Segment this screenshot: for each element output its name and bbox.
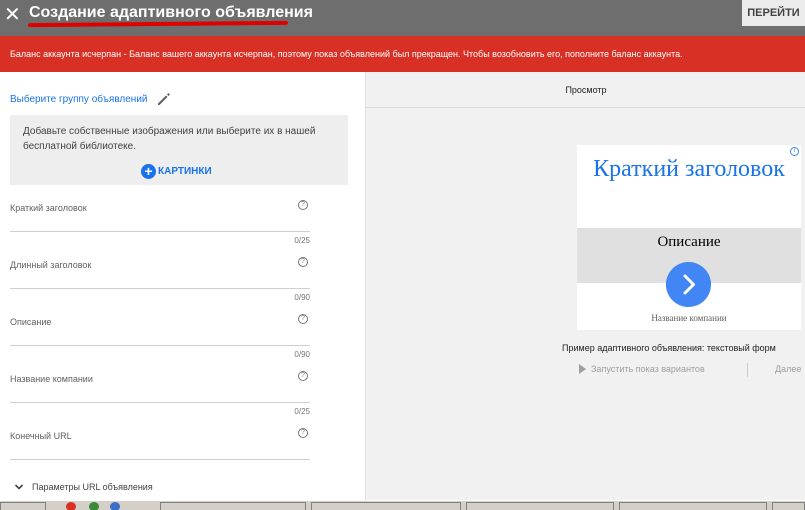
preview-header: Просмотр	[366, 72, 805, 108]
divider	[747, 363, 748, 377]
ad-preview: i Краткий заголовок Описание Название ко…	[577, 145, 801, 330]
preview-panel: Просмотр i Краткий заголовок Описание На…	[365, 72, 805, 500]
url-params-toggle[interactable]: Параметры URL объявления	[14, 482, 153, 492]
taskbar-item[interactable]	[772, 502, 805, 510]
plus-icon: +	[141, 163, 156, 179]
help-icon[interactable]: ?	[298, 257, 308, 267]
field-label: Название компании	[10, 374, 93, 384]
pencil-icon[interactable]	[156, 91, 172, 107]
images-hint: Добавьте собственные изображения или выб…	[23, 126, 316, 152]
field-label: Краткий заголовок	[10, 203, 87, 213]
help-icon[interactable]: ?	[298, 314, 308, 324]
company-name-field[interactable]: Название компании ?	[10, 367, 310, 403]
taskbar	[0, 500, 805, 510]
short-headline-field[interactable]: Краткий заголовок ?	[10, 196, 310, 232]
field-label: Конечный URL	[10, 431, 72, 441]
run-variants-button[interactable]: Запустить показ вариантов	[579, 364, 705, 374]
help-icon[interactable]: ?	[298, 371, 308, 381]
char-counter: 0/90	[294, 293, 310, 302]
images-panel: Добавьте собственные изображения или выб…	[10, 115, 348, 185]
url-params-label: Параметры URL объявления	[32, 482, 153, 492]
quicklaunch-icon[interactable]	[110, 502, 120, 510]
taskbar-item[interactable]	[160, 502, 306, 510]
images-button[interactable]: + КАРТИНКИ	[141, 163, 212, 179]
field-label: Описание	[10, 317, 52, 327]
long-headline-field[interactable]: Длинный заголовок ?	[10, 253, 310, 289]
chevron-down-icon	[14, 484, 24, 490]
play-icon	[579, 364, 586, 374]
quicklaunch-icon[interactable]	[66, 502, 76, 510]
taskbar-item[interactable]	[466, 502, 614, 510]
char-counter: 0/25	[294, 407, 310, 416]
final-url-field[interactable]: Конечный URL ?	[10, 424, 310, 460]
balance-alert: Баланс аккаунта исчерпан - Баланс вашего…	[0, 36, 805, 72]
close-icon[interactable]: ✕	[4, 3, 21, 27]
description-field[interactable]: Описание ?	[10, 310, 310, 346]
ad-description: Описание	[657, 234, 721, 250]
ad-headline: Краткий заголовок	[593, 156, 785, 182]
run-variants-label: Запустить показ вариантов	[591, 364, 705, 374]
ad-group-link[interactable]: Выберите группу объявлений	[10, 93, 148, 107]
ad-form: Выберите группу объявлений Добавьте собс…	[0, 72, 365, 500]
title-underline	[27, 20, 289, 28]
taskbar-item[interactable]	[311, 502, 461, 510]
goto-button[interactable]: ПЕРЕЙТИ	[742, 0, 805, 26]
taskbar-item[interactable]	[619, 502, 767, 510]
char-counter: 0/25	[294, 236, 310, 245]
next-button[interactable]: Далее	[775, 364, 801, 374]
images-button-label: КАРТИНКИ	[158, 165, 212, 177]
field-label: Длинный заголовок	[10, 260, 92, 270]
arrow-right-icon[interactable]	[666, 262, 711, 307]
preview-caption: Пример адаптивного объявления: текстовый…	[562, 343, 776, 353]
start-button[interactable]	[0, 502, 46, 510]
top-bar: ✕ Создание адаптивного объявления ПЕРЕЙТ…	[0, 0, 805, 36]
ad-company: Название компании	[651, 313, 727, 323]
help-icon[interactable]: ?	[298, 200, 308, 210]
quicklaunch-icon[interactable]	[89, 502, 99, 510]
help-icon[interactable]: ?	[298, 428, 308, 438]
char-counter: 0/90	[294, 350, 310, 359]
